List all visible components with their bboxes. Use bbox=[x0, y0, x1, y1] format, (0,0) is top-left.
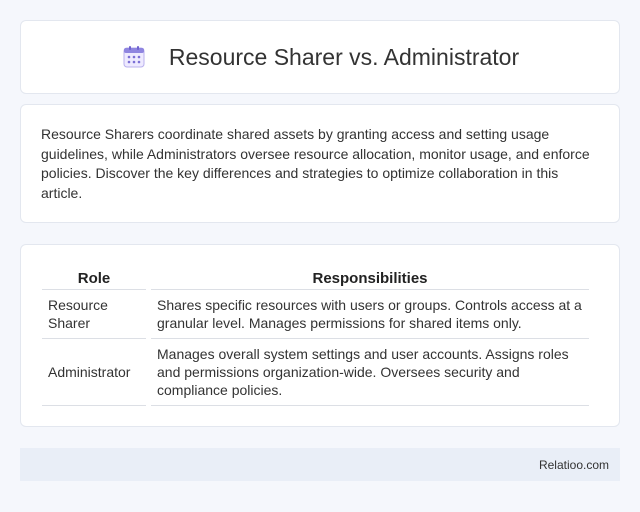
calendar-icon bbox=[121, 44, 147, 70]
column-header-role: Role bbox=[42, 267, 146, 290]
footer-brand: Relatioo.com bbox=[538, 457, 609, 472]
header-card: Resource Sharer vs. Administrator bbox=[20, 20, 620, 94]
table-header-row: Role Responsibilities bbox=[42, 267, 589, 290]
comparison-table: Role Responsibilities Resource Sharer Sh… bbox=[37, 267, 594, 406]
table-card: Role Responsibilities Resource Sharer Sh… bbox=[20, 244, 620, 427]
responsibilities-cell: Manages overall system settings and user… bbox=[151, 339, 589, 406]
responsibilities-cell: Shares specific resources with users or … bbox=[151, 290, 589, 339]
page-title: Resource Sharer vs. Administrator bbox=[168, 43, 520, 70]
table-row: Administrator Manages overall system set… bbox=[42, 339, 589, 406]
intro-card: Resource Sharers coordinate shared asset… bbox=[20, 104, 620, 223]
table-row: Resource Sharer Shares specific resource… bbox=[42, 290, 589, 339]
role-cell: Resource Sharer bbox=[42, 290, 146, 339]
footer-bar: Relatioo.com bbox=[20, 448, 620, 481]
role-cell: Administrator bbox=[42, 339, 146, 406]
intro-paragraph: Resource Sharers coordinate shared asset… bbox=[41, 126, 590, 201]
column-header-responsibilities: Responsibilities bbox=[151, 267, 589, 290]
header-inner: Resource Sharer vs. Administrator bbox=[121, 44, 519, 71]
